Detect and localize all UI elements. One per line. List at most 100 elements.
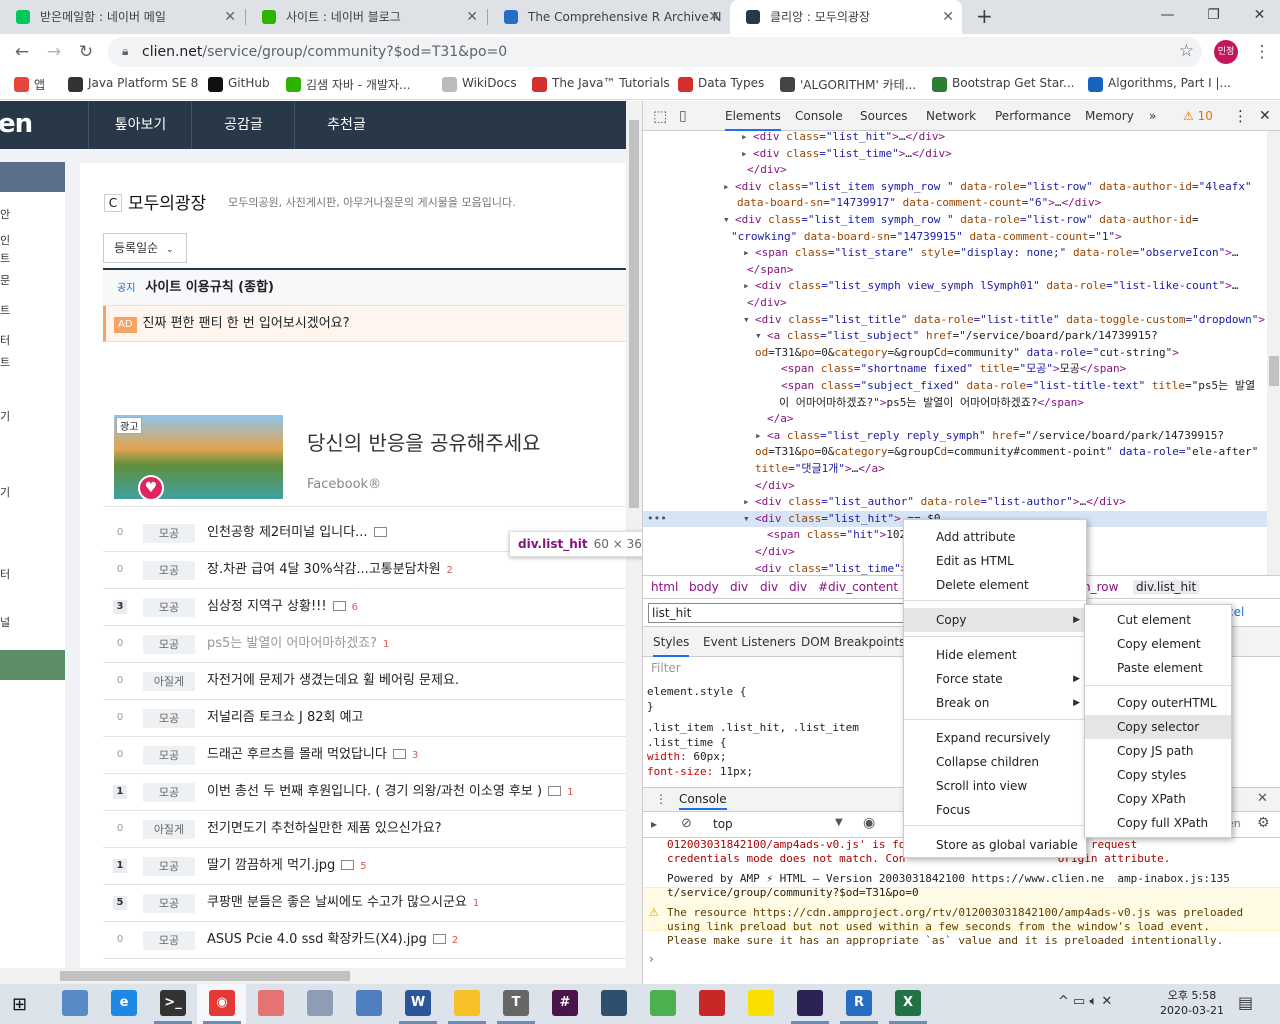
left-nav-item[interactable]: 터 bbox=[0, 332, 10, 348]
context-menu-item[interactable]: Focus bbox=[904, 798, 1086, 822]
left-nav-item[interactable]: 트 bbox=[0, 354, 10, 370]
left-nav-item[interactable]: 문 bbox=[0, 272, 10, 288]
post-category[interactable]: 모공 bbox=[143, 598, 195, 617]
bookmark-item[interactable]: The Java™ Tutorials bbox=[532, 76, 670, 92]
styles-filter[interactable]: Filter bbox=[651, 661, 681, 675]
post-title[interactable]: 심상정 지역구 상황!!! 6 bbox=[207, 589, 358, 626]
breadcrumb-item[interactable]: body bbox=[689, 580, 719, 594]
copy-submenu-item[interactable]: Copy selector bbox=[1085, 715, 1231, 739]
dom-node-line[interactable]: ▸ <div class="list_symph view_symph lSymp… bbox=[643, 278, 1267, 295]
breadcrumb-item[interactable]: #div_content bbox=[818, 580, 898, 594]
post-title[interactable]: 쿠팡맨 분들은 좋은 날씨에도 수고가 많으시군요 1 bbox=[207, 885, 479, 922]
post-reply-count[interactable]: 1 bbox=[383, 639, 389, 650]
bookmark-item[interactable]: Algorithms, Part I |... bbox=[1088, 76, 1231, 92]
left-nav-item[interactable]: 널 bbox=[0, 614, 10, 630]
expand-toggle-icon[interactable]: ▸ bbox=[743, 245, 750, 262]
expand-toggle-icon[interactable]: ▸ bbox=[743, 278, 750, 295]
dom-node-line[interactable]: ▸ <div class="list_time">…</div> bbox=[643, 146, 1267, 163]
copy-submenu-item[interactable]: Copy element bbox=[1085, 632, 1231, 656]
devtools-tab[interactable]: Memory bbox=[1085, 101, 1134, 131]
post-title[interactable]: ps5는 발열이 어마어마하겠죠? 1 bbox=[207, 626, 389, 663]
explorer-icon[interactable] bbox=[454, 990, 480, 1016]
post-row[interactable]: 0 아질게 자전거에 문제가 생겼는데요 휠 베어링 문제요. bbox=[103, 663, 626, 700]
expand-toggle-icon[interactable]: ▾ bbox=[743, 511, 750, 528]
styles-tab[interactable]: Event Listeners bbox=[703, 627, 796, 657]
site-nav-item[interactable]: 공감글 bbox=[191, 101, 295, 149]
post-category[interactable]: 모공 bbox=[143, 931, 195, 950]
context-menu-item[interactable]: Scroll into view bbox=[904, 774, 1086, 798]
post-row[interactable]: 1 모공 딸기 깜끔하게 먹기.jpg 5 bbox=[103, 848, 626, 885]
expand-toggle-icon[interactable]: ▸ bbox=[755, 428, 762, 445]
dom-node-line[interactable]: ▾ <div class="list_title" data-role="list… bbox=[643, 312, 1267, 329]
paint-icon[interactable] bbox=[307, 990, 333, 1016]
expand-toggle-icon[interactable]: ▸ bbox=[723, 179, 730, 196]
dom-node-line[interactable]: data-board-sn="14739917" data-comment-co… bbox=[643, 195, 1267, 212]
new-tab-button[interactable]: + bbox=[976, 4, 993, 28]
copy-submenu-item[interactable]: Copy full XPath bbox=[1085, 811, 1231, 835]
styles-tab[interactable]: Styles bbox=[653, 627, 690, 657]
r-lang-icon[interactable]: R bbox=[846, 990, 872, 1016]
tab-close-icon[interactable]: ✕ bbox=[466, 0, 478, 34]
site-logo[interactable]: en bbox=[0, 109, 33, 139]
context-menu-item[interactable]: Break on ▶ bbox=[904, 691, 1086, 715]
reload-icon[interactable]: ↻ bbox=[72, 38, 100, 66]
breadcrumb-item[interactable]: div bbox=[789, 580, 807, 594]
address-bar[interactable]: 🔒︎ clien.net/service/group/community?$od… bbox=[108, 37, 1202, 67]
gear-icon[interactable]: ⚙ bbox=[1257, 815, 1270, 831]
post-category[interactable]: 모공 bbox=[143, 635, 195, 654]
post-row[interactable]: 1 모공 이번 총선 두 번째 후원입니다. ( 경기 의왕/과천 이소영 후보 )… bbox=[103, 774, 626, 811]
bookmark-item[interactable]: 'ALGORITHM' 카테... bbox=[780, 76, 916, 93]
post-title[interactable]: ASUS Pcie 4.0 ssd 확장카드(X4).jpg 2 bbox=[207, 922, 458, 959]
chrome-menu-icon[interactable]: ⋮ bbox=[1250, 38, 1274, 66]
post-row[interactable]: 0 모공 저널리즘 토크쇼 J 82회 예고 bbox=[103, 700, 626, 737]
device-toolbar-icon[interactable]: ▯ bbox=[679, 101, 687, 131]
dom-node-line[interactable]: </div> bbox=[643, 295, 1267, 312]
post-reply-count[interactable]: 2 bbox=[447, 565, 453, 576]
devtools-tab[interactable]: Elements bbox=[725, 101, 781, 131]
post-category[interactable]: 모공 bbox=[143, 857, 195, 876]
tab-close-icon[interactable]: ✕ bbox=[224, 0, 236, 34]
post-title[interactable]: 자전거에 문제가 생겼는데요 휠 베어링 문제요. bbox=[207, 663, 459, 699]
post-title[interactable]: 저널리즘 토크쇼 J 82회 예고 bbox=[207, 700, 364, 736]
post-category[interactable]: 모공 bbox=[143, 746, 195, 765]
dom-node-line[interactable]: 이 어마어마하겠죠?">ps5는 발열이 어마어마하겠죠?</span> bbox=[643, 395, 1267, 412]
notification-icon[interactable]: ▤ bbox=[1238, 993, 1253, 1012]
slack-icon[interactable]: # bbox=[552, 990, 578, 1016]
tray-icons[interactable]: ^ ▭ 🔈︎ ✕ bbox=[1058, 994, 1112, 1009]
drawer-menu-icon[interactable]: ⋮ bbox=[655, 792, 667, 806]
profile-avatar[interactable]: 민정 bbox=[1214, 40, 1238, 64]
warning-count[interactable]: ⚠ 10 bbox=[1183, 101, 1213, 131]
post-category[interactable]: 아질게 bbox=[143, 820, 195, 839]
site-nav-item[interactable]: 톺아보기 bbox=[88, 101, 192, 149]
devtools-tab[interactable]: Network bbox=[926, 101, 976, 131]
post-reply-count[interactable]: 6 bbox=[352, 602, 358, 613]
post-reply-count[interactable]: 1 bbox=[567, 787, 573, 798]
dom-node-line[interactable]: </div> bbox=[643, 478, 1267, 495]
copy-submenu-item[interactable]: Copy XPath bbox=[1085, 787, 1231, 811]
app-blue-icon[interactable] bbox=[356, 990, 382, 1016]
post-row[interactable]: 0 모공 ASUS Pcie 4.0 ssd 확장카드(X4).jpg 2 bbox=[103, 922, 626, 959]
dom-node-line[interactable]: ▸ <div class="list_item symph_row " data-… bbox=[643, 179, 1267, 196]
copy-submenu-item[interactable]: Copy JS path bbox=[1085, 739, 1231, 763]
dom-node-line[interactable]: </div> bbox=[643, 162, 1267, 179]
dom-node-line[interactable]: ▸ <a class="list_reply reply_symph" href=… bbox=[643, 428, 1267, 445]
tab-close-icon[interactable]: ✕ bbox=[708, 0, 720, 34]
page-scroll-thumb[interactable] bbox=[629, 120, 639, 508]
dom-node-line[interactable]: </span> bbox=[643, 262, 1267, 279]
eclipse-icon[interactable] bbox=[797, 990, 823, 1016]
context-menu-item[interactable]: Store as global variable bbox=[904, 833, 1086, 857]
files-icon[interactable] bbox=[62, 990, 88, 1016]
post-category[interactable]: 모공 bbox=[143, 783, 195, 802]
ad-row[interactable]: AD 진짜 편한 팬티 한 번 입어보시겠어요? bbox=[103, 306, 626, 342]
browser-tab[interactable]: 사이트 : 네이버 블로그 ✕ bbox=[246, 0, 486, 34]
breadcrumb-item[interactable]: div.list_hit bbox=[1133, 580, 1200, 594]
context-menu-item[interactable]: Collapse children bbox=[904, 750, 1086, 774]
expand-toggle-icon[interactable]: ▸ bbox=[743, 494, 750, 511]
word-icon[interactable]: W bbox=[405, 990, 431, 1016]
bookmark-item[interactable]: GitHub bbox=[208, 76, 270, 92]
left-nav-item[interactable]: 기 bbox=[0, 484, 10, 500]
post-title[interactable]: 이번 총선 두 번째 후원입니다. ( 경기 의왕/과천 이소영 후보 ) 1 bbox=[207, 774, 573, 811]
post-category[interactable]: 모공 bbox=[143, 894, 195, 913]
bookmark-item[interactable]: 앱 bbox=[14, 76, 45, 93]
post-reply-count[interactable]: 1 bbox=[473, 898, 479, 909]
